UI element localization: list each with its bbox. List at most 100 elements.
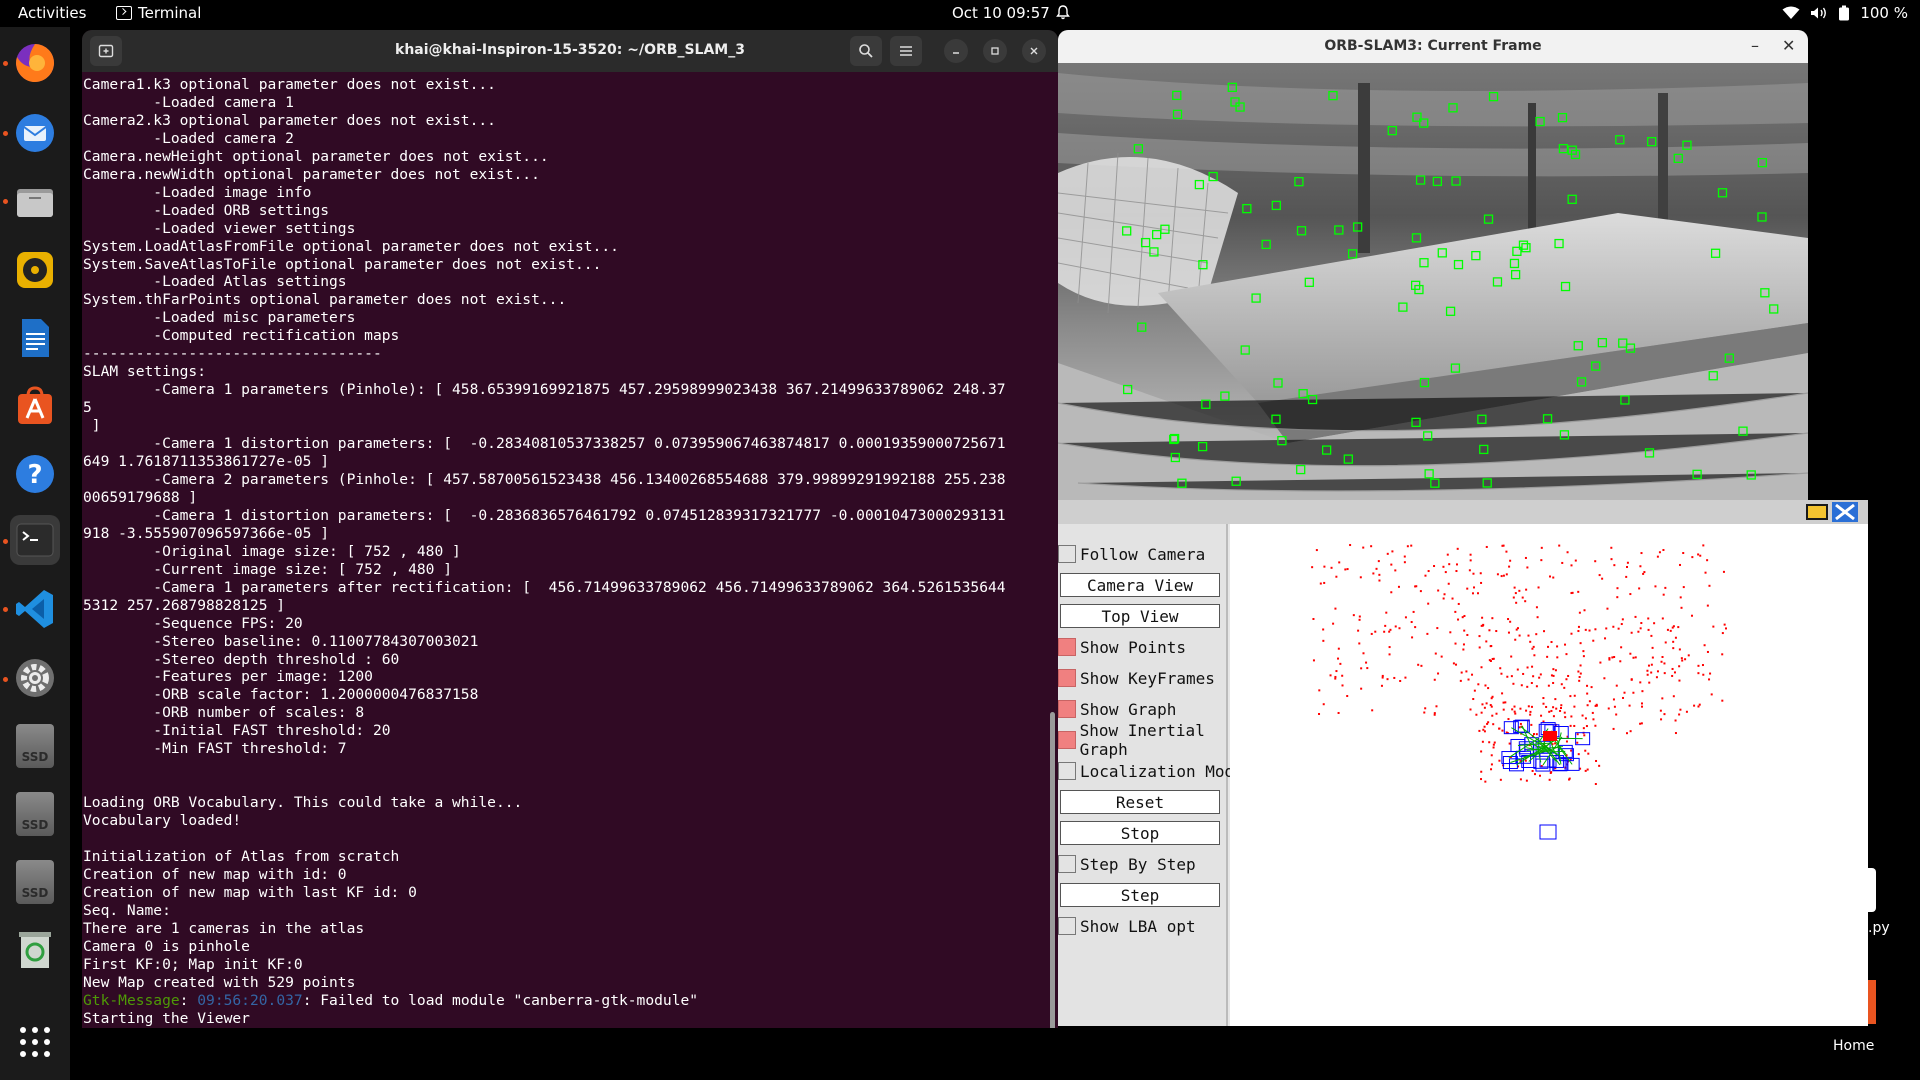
map-point: [1515, 601, 1518, 604]
viewer-minimize-icon[interactable]: [1806, 504, 1828, 520]
show-points-checkbox[interactable]: Show Points: [1058, 635, 1258, 659]
map-point: [1604, 637, 1607, 640]
terminal-scrollbar[interactable]: [1050, 712, 1055, 1028]
wifi-icon: [1782, 6, 1800, 19]
desktop-file-label[interactable]: .py: [1868, 920, 1890, 936]
terminal-lines: Camera1.k3 optional parameter does not e…: [83, 76, 1058, 992]
map-point: [1507, 618, 1510, 621]
map-point: [1491, 714, 1494, 717]
map-point: [1673, 671, 1676, 674]
show-keyframes-checkbox[interactable]: Show KeyFrames: [1058, 666, 1258, 690]
checkbox-label: Show Points: [1080, 637, 1186, 657]
show-graph-checkbox[interactable]: Show Graph: [1058, 697, 1258, 721]
map-point: [1501, 692, 1504, 695]
map-point: [1561, 561, 1564, 564]
dock-firefox[interactable]: [10, 38, 60, 88]
map-point: [1594, 783, 1597, 786]
map-point: [1323, 565, 1326, 568]
desktop-home-label[interactable]: Home: [1833, 1038, 1874, 1054]
map-point: [1588, 629, 1591, 632]
activities-button[interactable]: Activities: [18, 4, 86, 22]
map-point: [1606, 607, 1609, 610]
viewer-close-icon[interactable]: [1832, 502, 1858, 522]
minimize-button[interactable]: [944, 39, 968, 63]
stop-button[interactable]: Stop: [1060, 821, 1220, 845]
map-point: [1485, 702, 1488, 705]
app-menu[interactable]: Terminal: [116, 4, 201, 22]
dock-thunderbird[interactable]: [10, 108, 60, 158]
map-point: [1582, 727, 1585, 730]
dock-writer[interactable]: [10, 313, 60, 363]
map-point: [1404, 676, 1407, 679]
system-menu[interactable]: 100 %: [1782, 4, 1908, 22]
show-apps-button[interactable]: [10, 1017, 60, 1067]
gtk-word: Gtk-: [83, 991, 119, 1009]
map-point: [1646, 673, 1649, 676]
map-point: [1423, 711, 1426, 714]
map-point: [1378, 579, 1381, 582]
follow-camera-checkbox[interactable]: Follow Camera: [1058, 542, 1258, 566]
map-point: [1469, 553, 1472, 556]
map-point: [1654, 585, 1657, 588]
dock-vscode[interactable]: [10, 584, 60, 634]
map-point: [1498, 759, 1501, 762]
search-button[interactable]: [850, 36, 882, 66]
dock-ssd-2[interactable]: SSD: [10, 789, 60, 839]
step-button[interactable]: Step: [1060, 883, 1220, 907]
map-point: [1318, 712, 1321, 715]
map-point: [1679, 563, 1682, 566]
checkbox-label: Show Graph: [1080, 699, 1177, 719]
map-point: [1581, 714, 1584, 717]
dock-rhythmbox[interactable]: [10, 245, 60, 295]
dock-files[interactable]: [10, 177, 60, 227]
map-point: [1501, 729, 1504, 732]
dock-ssd-3[interactable]: SSD: [10, 857, 60, 907]
terminal-output[interactable]: Camera1.k3 optional parameter does not e…: [82, 72, 1058, 1028]
dock-settings[interactable]: [10, 653, 60, 703]
camera-view-button[interactable]: Camera View: [1060, 573, 1220, 597]
map-point: [1666, 628, 1669, 631]
camera-frame-image: [1058, 63, 1808, 500]
frame-close-button[interactable]: ✕: [1782, 36, 1795, 55]
map-point: [1513, 586, 1516, 589]
menu-button[interactable]: [890, 36, 922, 66]
dock-software[interactable]: [10, 381, 60, 431]
dock-help[interactable]: ?: [10, 449, 60, 499]
map-point: [1399, 679, 1402, 682]
map-point: [1519, 722, 1522, 725]
top-view-button[interactable]: Top View: [1060, 604, 1220, 628]
close-button[interactable]: [1022, 39, 1046, 63]
maximize-button[interactable]: [983, 39, 1007, 63]
map-point: [1462, 648, 1465, 651]
map-point: [1630, 631, 1633, 634]
map-point: [1515, 628, 1518, 631]
map-point: [1456, 547, 1459, 550]
frame-minimize-button[interactable]: –: [1751, 36, 1759, 55]
map-point: [1576, 741, 1579, 744]
map-point: [1488, 741, 1491, 744]
step-by-step-checkbox[interactable]: Step By Step: [1058, 852, 1258, 876]
map-point: [1577, 590, 1580, 593]
clock[interactable]: Oct 10 09:57: [952, 4, 1050, 22]
files-icon: [17, 189, 53, 217]
show-inertial-graph-checkbox[interactable]: Show Inertial Graph: [1058, 721, 1258, 759]
map-point: [1709, 672, 1712, 675]
map-point: [1590, 686, 1593, 689]
map-point: [1352, 614, 1355, 617]
map-point: [1433, 712, 1436, 715]
map-point: [1680, 657, 1683, 660]
map-point: [1570, 632, 1573, 635]
localization-mode-checkbox[interactable]: Localization Mode: [1058, 759, 1258, 783]
terminal-line: -Loaded viewer settings: [83, 219, 356, 237]
dock-terminal[interactable]: [10, 515, 60, 565]
map-point: [1525, 588, 1528, 591]
running-indicator: [3, 539, 8, 544]
map-point: [1480, 770, 1483, 773]
map-canvas[interactable]: [1230, 524, 1868, 1026]
dock-trash[interactable]: [10, 925, 60, 975]
terminal-line: ----------------------------------: [83, 345, 382, 363]
map-point: [1483, 725, 1486, 728]
show-lba-opt-checkbox[interactable]: Show LBA opt: [1058, 914, 1258, 938]
dock-ssd-1[interactable]: SSD: [10, 721, 60, 771]
reset-button[interactable]: Reset: [1060, 790, 1220, 814]
